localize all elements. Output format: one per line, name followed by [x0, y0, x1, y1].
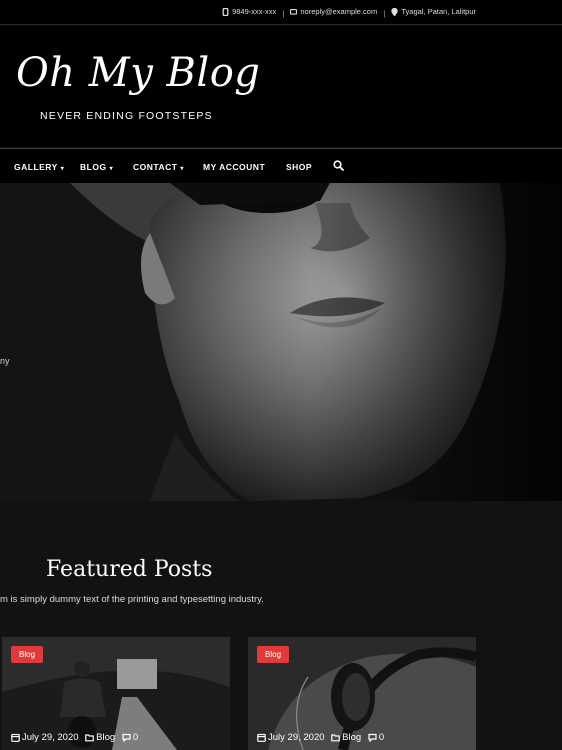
nav-item-my-account[interactable]: MY ACCOUNT [203, 162, 265, 172]
nav-item-blog[interactable]: BLOG ▾ [80, 162, 113, 172]
hero-text-fragment: ny [0, 356, 10, 366]
post-meta: July 29, 2020 Blog 0 [11, 732, 142, 745]
post-comments[interactable]: 0 [368, 732, 384, 743]
chevron-down-icon: ▾ [180, 166, 184, 172]
email-address: noreply@example.com [300, 7, 378, 16]
section-title: Featured Posts [46, 557, 213, 582]
section-subtitle: m is simply dummy text of the printing a… [0, 594, 264, 605]
separator: | [282, 8, 285, 18]
folder-icon [85, 734, 94, 742]
category-badge[interactable]: Blog [257, 646, 290, 663]
location-text: Tyagal, Patan, Lalitpur [401, 7, 476, 16]
nav-item-label: SHOP [286, 162, 313, 172]
post-comments-count: 0 [132, 732, 139, 743]
post-category[interactable]: Blog [331, 732, 361, 743]
post-date[interactable]: July 29, 2020 [257, 732, 325, 743]
featured-posts-section: Featured Posts m is simply dummy text of… [0, 501, 562, 750]
separator: | [383, 8, 386, 18]
contact-info: 9849-xxx-xxx | noreply@example.com | Tya… [222, 7, 476, 18]
post-card[interactable]: Blog July 29, 2020 Blog 0 [248, 637, 476, 750]
comments-icon [122, 733, 131, 742]
category-badge[interactable]: Blog [11, 646, 44, 663]
location-contact: Tyagal, Patan, Lalitpur [391, 7, 476, 16]
site-header: Oh My Blog NEVER ENDING FOOTSTEPS [0, 25, 562, 147]
post-category-text: Blog [96, 732, 116, 743]
comments-icon [368, 733, 377, 742]
search-icon[interactable] [333, 160, 344, 171]
map-pin-icon [391, 7, 399, 16]
post-comments[interactable]: 0 [122, 732, 138, 743]
site-title[interactable]: Oh My Blog [16, 50, 260, 96]
nav-item-label: MY ACCOUNT [203, 162, 266, 172]
phone-number: 9849-xxx-xxx [232, 7, 277, 16]
hero-banner: ny [0, 183, 562, 501]
nav-item-contact[interactable]: CONTACT ▾ [133, 162, 184, 172]
calendar-icon [11, 733, 20, 742]
chevron-down-icon: ▾ [109, 166, 114, 172]
email-icon [290, 8, 298, 15]
site-tagline: NEVER ENDING FOOTSTEPS [40, 110, 213, 122]
nav-item-gallery[interactable]: GALLERY ▾ [14, 162, 64, 172]
post-card[interactable]: Blog July 29, 2020 Blog 0 [2, 637, 230, 750]
post-date-text: July 29, 2020 [268, 732, 325, 743]
nav-item-label: BLOG [80, 162, 107, 172]
chevron-down-icon: ▾ [60, 166, 65, 172]
post-comments-count: 0 [378, 732, 385, 743]
phone-icon [222, 7, 229, 16]
post-category-text: Blog [342, 732, 362, 743]
post-date[interactable]: July 29, 2020 [11, 732, 79, 743]
nav-item-label: GALLERY [14, 162, 58, 172]
post-date-text: July 29, 2020 [22, 732, 79, 743]
nav-item-label: CONTACT [133, 162, 178, 172]
post-meta: July 29, 2020 Blog 0 [257, 732, 388, 745]
email-contact[interactable]: noreply@example.com [290, 7, 377, 16]
main-navigation: GALLERY ▾ BLOG ▾ CONTACT ▾ MY ACCOUNT SHOP [0, 148, 562, 184]
top-contact-bar: 9849-xxx-xxx | noreply@example.com | Tya… [0, 0, 562, 25]
phone-contact[interactable]: 9849-xxx-xxx [222, 7, 276, 16]
folder-icon [331, 734, 340, 742]
post-category[interactable]: Blog [85, 732, 115, 743]
hero-portrait-image [0, 183, 562, 501]
nav-item-shop[interactable]: SHOP [286, 162, 312, 172]
calendar-icon [257, 733, 266, 742]
